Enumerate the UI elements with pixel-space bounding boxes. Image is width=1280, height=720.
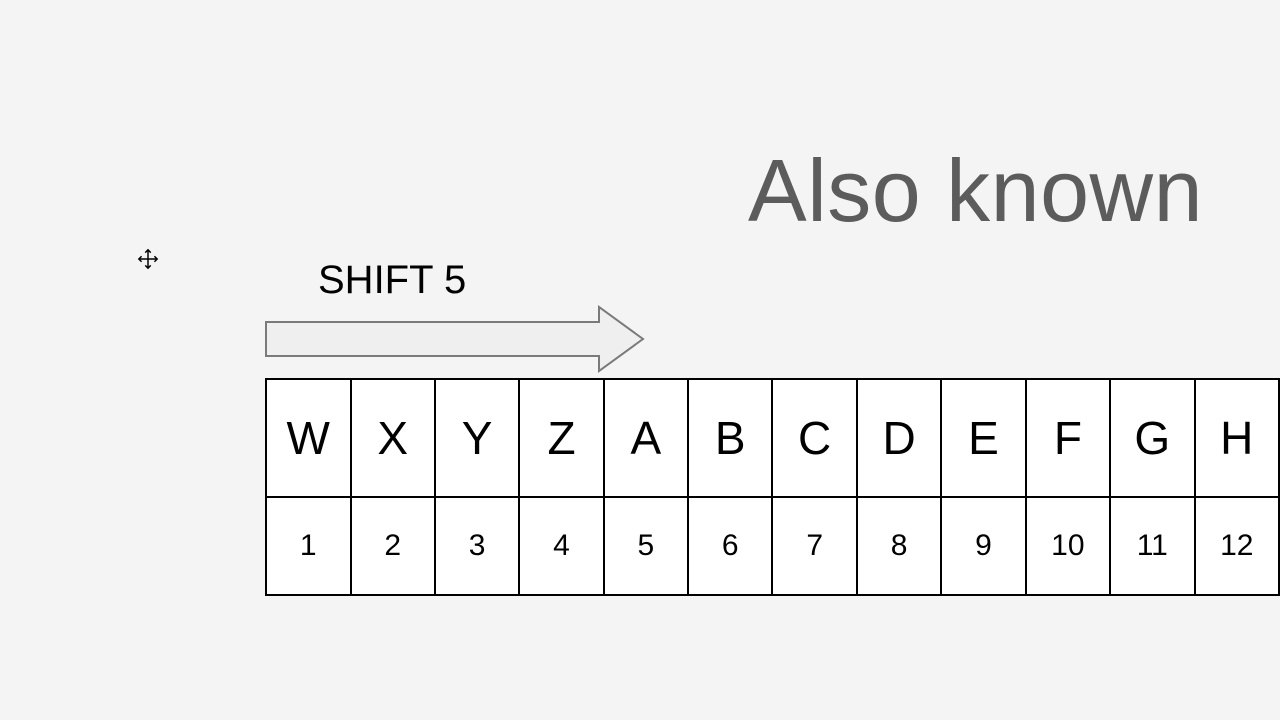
cipher-table: W X Y Z A B C D E F G H 1 2 3 4 5 6 7 8 …: [265, 378, 1280, 596]
letter-cell: W: [266, 379, 351, 497]
number-cell: 5: [604, 497, 688, 595]
letter-cell: C: [772, 379, 856, 497]
number-cell: 3: [435, 497, 519, 595]
letter-cell: B: [688, 379, 772, 497]
number-cell: 4: [519, 497, 603, 595]
letter-cell: Z: [519, 379, 603, 497]
page-title: Also known: [748, 140, 1203, 242]
number-cell: 8: [857, 497, 941, 595]
number-cell: 12: [1195, 497, 1279, 595]
number-cell: 2: [351, 497, 435, 595]
letter-cell: Y: [435, 379, 519, 497]
number-cell: 9: [941, 497, 1025, 595]
letter-cell: D: [857, 379, 941, 497]
right-arrow-icon: [263, 304, 647, 374]
number-cell: 7: [772, 497, 856, 595]
letter-cell: H: [1195, 379, 1279, 497]
number-cell: 1: [266, 497, 351, 595]
letter-cell: A: [604, 379, 688, 497]
letter-cell: X: [351, 379, 435, 497]
shift-label: SHIFT 5: [318, 258, 466, 303]
number-cell: 6: [688, 497, 772, 595]
number-cell: 10: [1026, 497, 1110, 595]
letter-cell: E: [941, 379, 1025, 497]
number-cell: 11: [1110, 497, 1194, 595]
move-cursor-icon: [137, 248, 159, 276]
letter-row: W X Y Z A B C D E F G H: [266, 379, 1279, 497]
letter-cell: F: [1026, 379, 1110, 497]
number-row: 1 2 3 4 5 6 7 8 9 10 11 12: [266, 497, 1279, 595]
letter-cell: G: [1110, 379, 1194, 497]
